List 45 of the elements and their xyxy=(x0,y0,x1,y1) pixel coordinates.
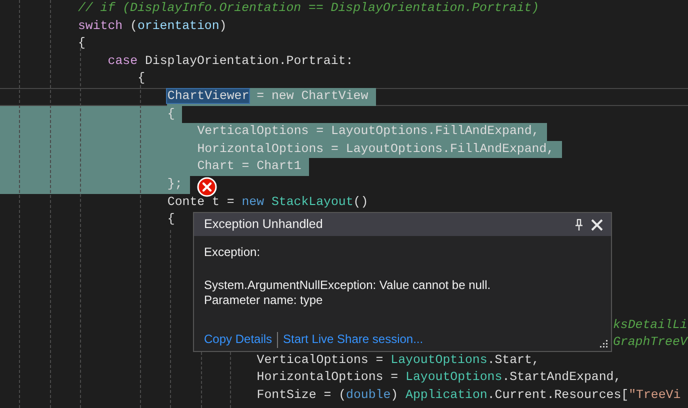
close-button[interactable] xyxy=(591,218,603,230)
code-text: }; xyxy=(167,176,182,191)
pin-button[interactable] xyxy=(575,218,583,230)
code-text: { xyxy=(167,106,175,121)
code-keyword: double xyxy=(346,388,391,402)
code-text: .StartAndExpand, xyxy=(502,370,622,384)
code-text: () xyxy=(353,194,368,209)
code-keyword: switch xyxy=(78,18,123,33)
code-type-name: LayoutOptions xyxy=(390,352,488,367)
live-share-link[interactable]: Start Live Share session... xyxy=(283,332,424,346)
code-type-name: StackLayout xyxy=(272,194,354,209)
popup-title: Exception Unhandled xyxy=(204,216,324,234)
highlighted-word: ChartViewer xyxy=(167,88,250,103)
code-text: HorizontalOptions = LayoutOptions.FillAndExpand, xyxy=(197,142,554,156)
exception-message: System.ArgumentNullException: Value cannot be null. xyxy=(204,278,492,293)
code-text: Conte t = xyxy=(167,194,236,209)
code-text: { xyxy=(138,71,146,86)
exception-label: Exception: xyxy=(204,245,262,260)
code-text: ( xyxy=(129,18,138,33)
code-keyword: new xyxy=(242,194,266,209)
exception-message: Parameter name: type xyxy=(204,293,324,308)
code-text: FontSize = ( xyxy=(256,388,346,402)
code-text: HorizontalOptions = xyxy=(256,370,400,384)
code-type-name: Application xyxy=(406,388,488,402)
code-text: DisplayOrientation.Portrait: xyxy=(144,54,354,68)
code-text: VerticalOptions = LayoutOptions.FillAndExpand, xyxy=(197,124,540,138)
code-type-name: LayoutOptions xyxy=(406,370,502,384)
code-comment: ksDetailLi xyxy=(613,318,688,332)
resize-grip-icon[interactable] xyxy=(599,339,608,348)
code-text: .Start, xyxy=(487,352,540,367)
code-text: ) xyxy=(390,388,400,402)
code-text: { xyxy=(167,212,175,226)
code-text: Chart = Chart1 xyxy=(197,159,302,174)
code-identifier: orientation xyxy=(138,18,220,33)
code-comment: GraphTreeV xyxy=(613,335,688,350)
code-string: "TreeVi xyxy=(628,388,681,402)
code-text: VerticalOptions = xyxy=(256,352,384,367)
copy-details-link[interactable]: Copy Details xyxy=(204,332,272,346)
code-text: = new ChartView xyxy=(256,88,368,103)
error-icon xyxy=(197,177,217,197)
code-text: ) xyxy=(219,18,227,33)
code-text: { xyxy=(78,36,86,50)
code-comment: // if (DisplayInfo.Orientation == DisplayOrientation.Portrait) xyxy=(78,1,540,15)
code-keyword: case xyxy=(108,54,138,68)
code-text: .Current.Resources[ xyxy=(487,388,629,402)
